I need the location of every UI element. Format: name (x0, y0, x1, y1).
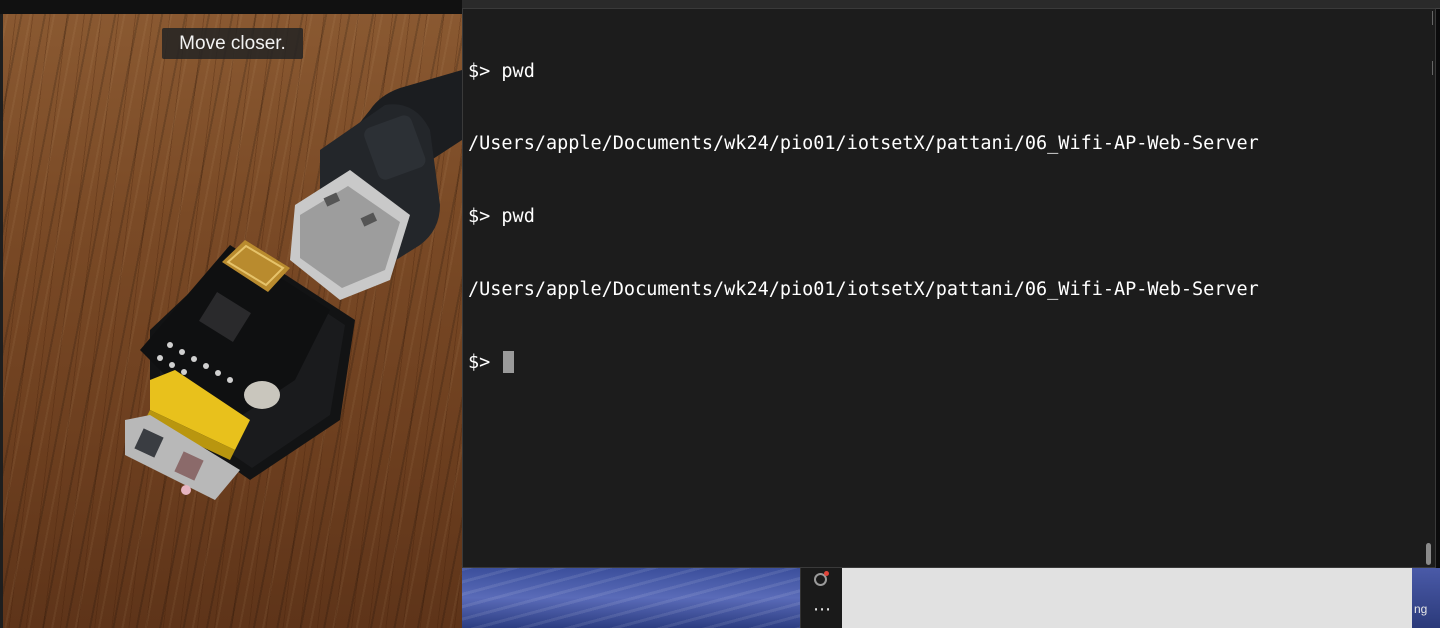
edge-mark (1428, 11, 1433, 25)
record-indicator-icon (824, 571, 829, 576)
output: /Users/apple/Documents/wk24/pio01/iotset… (468, 133, 1259, 155)
terminal-line: $> pwd (468, 205, 1259, 229)
terminal-line: /Users/apple/Documents/wk24/pio01/iotset… (468, 278, 1259, 302)
terminal-line: $> (468, 351, 1259, 375)
terminal-window[interactable]: $> pwd /Users/apple/Documents/wk24/pio01… (462, 8, 1436, 568)
camera-feed: Move closer. (0, 0, 462, 628)
output: /Users/apple/Documents/wk24/pio01/iotset… (468, 279, 1259, 301)
edge-mark (1428, 61, 1433, 75)
desktop-wallpaper (462, 568, 800, 628)
text-cursor (503, 351, 515, 374)
camera-caption: Move closer. (162, 28, 303, 59)
right-strip-text: ng (1414, 602, 1428, 616)
prompt: $> (468, 206, 491, 228)
terminal-scrollbar[interactable] (1426, 543, 1431, 565)
more-icon[interactable]: ⋯ (813, 601, 832, 619)
dock-controls: ⋯ (800, 568, 843, 628)
terminal-output[interactable]: $> pwd /Users/apple/Documents/wk24/pio01… (468, 11, 1259, 424)
terminal-line: /Users/apple/Documents/wk24/pio01/iotset… (468, 132, 1259, 156)
right-desktop-strip: ng (1412, 568, 1440, 628)
esp-board-image (125, 70, 462, 500)
prompt: $> (468, 60, 491, 82)
prompt: $> (468, 352, 491, 374)
command: pwd (501, 60, 535, 82)
terminal-line: $> pwd (468, 60, 1259, 84)
command: pwd (501, 206, 535, 228)
gray-panel (842, 568, 1412, 628)
